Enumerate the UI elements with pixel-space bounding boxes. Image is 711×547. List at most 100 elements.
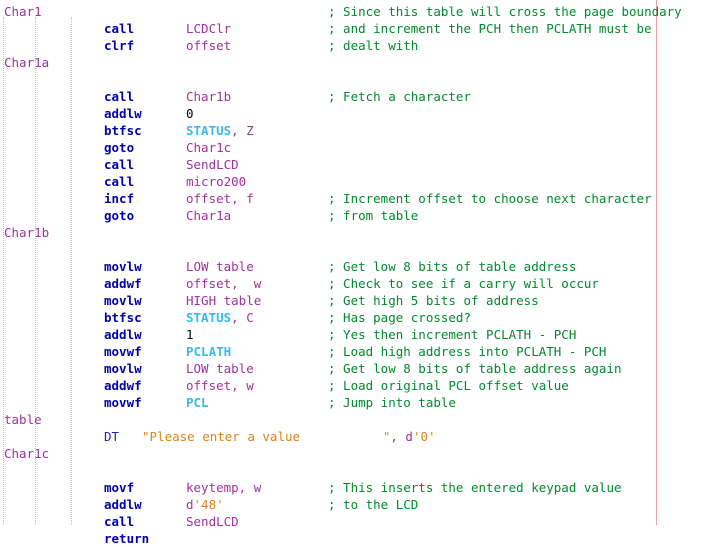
code-line[interactable]: call LCDClr ; and increment the PCH then P… <box>0 20 711 37</box>
code-label[interactable]: Char1c <box>4 445 49 462</box>
code-line[interactable]: incf offset, f ; Increment offset to choos… <box>0 190 711 207</box>
code-editor-pane[interactable]: Char1 ; Since this table will cross the p… <box>0 0 711 546</box>
code-operand[interactable]: Char1a <box>186 207 231 224</box>
code-line[interactable]: Char1 ; Since this table will cross the p… <box>0 3 711 20</box>
code-line[interactable]: goto Char1a ; from table <box>0 207 711 224</box>
code-operand[interactable]: d'48' <box>186 496 224 513</box>
code-mnemonic[interactable]: goto <box>104 139 134 156</box>
code-line[interactable]: clrf offset ; dealt with <box>0 37 711 54</box>
code-operand[interactable]: PCL <box>186 394 209 411</box>
operand-register: STATUS <box>186 310 232 325</box>
code-line[interactable]: addlw d'48' ; to the LCD <box>0 496 711 513</box>
code-line[interactable]: addwf offset, w ; Load original PCL offset… <box>0 377 711 394</box>
code-mnemonic[interactable]: btfsc <box>104 309 142 326</box>
code-operand[interactable]: STATUS, Z <box>186 122 254 139</box>
code-mnemonic[interactable]: call <box>104 173 134 190</box>
code-mnemonic[interactable]: addwf <box>104 377 142 394</box>
code-label[interactable]: table <box>4 411 42 428</box>
code-mnemonic[interactable]: movf <box>104 479 134 496</box>
code-operand[interactable]: offset, f <box>186 190 254 207</box>
code-mnemonic[interactable]: addlw <box>104 326 142 343</box>
code-operand[interactable]: LCDClr <box>186 20 231 37</box>
comment-text: ; Load high address into PCLATH - PCH <box>328 344 607 359</box>
code-comment: ; dealt with <box>328 37 418 54</box>
code-operand[interactable]: LOW table <box>186 360 254 377</box>
code-line[interactable]: call Char1b ; Fetch a character <box>0 88 711 105</box>
mnemonic-text: addlw <box>104 106 142 121</box>
code-line[interactable]: addlw 1 ; Yes then increment PCLATH - PCH <box>0 326 711 343</box>
code-operand[interactable]: Char1b <box>186 88 231 105</box>
code-comment: ; Check to see if a carry will occur <box>328 275 599 292</box>
code-mnemonic[interactable]: call <box>104 88 134 105</box>
code-mnemonic[interactable]: addlw <box>104 496 142 513</box>
code-line[interactable]: call SendLCD <box>0 156 711 173</box>
comment-text: ; and increment the PCH then PCLATH must… <box>328 21 652 36</box>
code-line[interactable]: movwf PCL ; Jump into table <box>0 394 711 411</box>
code-operand[interactable]: 0 <box>186 105 194 122</box>
code-line[interactable]: addlw 0 <box>0 105 711 122</box>
code-operand[interactable]: SendLCD <box>186 156 239 173</box>
code-mnemonic[interactable]: return <box>104 530 149 547</box>
code-operand[interactable]: micro200 <box>186 173 246 190</box>
code-line[interactable]: table <box>0 411 711 428</box>
code-line[interactable]: movf keytemp, w ; This inserts the entered… <box>0 479 711 496</box>
comment-text: ; Get low 8 bits of table address <box>328 259 577 274</box>
code-line[interactable]: btfsc STATUS, C ; Has page crossed? <box>0 309 711 326</box>
code-line[interactable]: call SendLCD <box>0 513 711 530</box>
code-operand[interactable]: 1 <box>186 326 194 343</box>
code-operand[interactable]: offset, w <box>186 275 261 292</box>
code-mnemonic[interactable]: btfsc <box>104 122 142 139</box>
code-line[interactable] <box>0 71 711 88</box>
code-mnemonic[interactable]: call <box>104 156 134 173</box>
mnemonic-text: DT <box>104 429 120 444</box>
code-label[interactable]: Char1b <box>4 224 49 241</box>
code-mnemonic[interactable]: addwf <box>104 275 142 292</box>
code-line[interactable]: addwf offset, w ; Check to see if a carry … <box>0 275 711 292</box>
code-mnemonic[interactable]: goto <box>104 207 134 224</box>
code-operand[interactable]: keytemp, w <box>186 479 261 496</box>
code-line[interactable]: btfsc STATUS, Z <box>0 122 711 139</box>
code-operand[interactable]: offset, w <box>186 377 254 394</box>
code-line[interactable]: movlw HIGH table ; Get high 5 bits of addr… <box>0 292 711 309</box>
code-line[interactable]: call micro200 <box>0 173 711 190</box>
code-line[interactable] <box>0 462 711 479</box>
code-mnemonic[interactable]: DT <box>104 428 119 445</box>
code-line[interactable]: movlw LOW table ; Get low 8 bits of table … <box>0 360 711 377</box>
code-line[interactable]: Char1c <box>0 445 711 462</box>
code-mnemonic[interactable]: incf <box>104 190 134 207</box>
code-mnemonic[interactable]: movlw <box>104 292 142 309</box>
code-operand[interactable]: SendLCD <box>186 513 239 530</box>
code-mnemonic[interactable]: movwf <box>104 343 142 360</box>
code-line[interactable]: Char1b <box>0 224 711 241</box>
code-mnemonic[interactable]: clrf <box>104 37 134 54</box>
operand-symbol: offset, w <box>186 378 254 393</box>
code-line[interactable]: movlw LOW table ; Get low 8 bits of table … <box>0 258 711 275</box>
code-line[interactable]: movwf PCLATH ; Load high address into PCLA… <box>0 343 711 360</box>
code-operand[interactable]: Char1c <box>186 139 231 156</box>
source-code-listing[interactable]: Char1 ; Since this table will cross the p… <box>0 3 711 547</box>
code-mnemonic[interactable]: call <box>104 20 134 37</box>
code-mnemonic[interactable]: movwf <box>104 394 142 411</box>
code-mnemonic[interactable]: movlw <box>104 258 142 275</box>
mnemonic-text: call <box>104 514 135 529</box>
code-label[interactable]: Char1 <box>4 3 42 20</box>
code-line[interactable]: DT "Please enter a value ", d'0' <box>0 428 711 445</box>
code-line[interactable]: Char1a <box>0 54 711 71</box>
code-operand[interactable]: LOW table <box>186 258 254 275</box>
code-operand[interactable]: PCLATH <box>186 343 231 360</box>
code-line[interactable] <box>0 241 711 258</box>
code-operand[interactable]: "Please enter a value ", d'0' <box>142 428 436 445</box>
code-operand[interactable]: offset <box>186 37 231 54</box>
code-comment: ; Has page crossed? <box>328 309 471 326</box>
operand-symbol: Char1c <box>186 140 232 155</box>
code-mnemonic[interactable]: call <box>104 513 134 530</box>
code-operand[interactable]: HIGH table <box>186 292 261 309</box>
code-line[interactable]: goto Char1c <box>0 139 711 156</box>
code-line[interactable]: return <box>0 530 711 547</box>
code-mnemonic[interactable]: movlw <box>104 360 142 377</box>
comment-text: ; from table <box>328 208 419 223</box>
mnemonic-text: goto <box>104 140 135 155</box>
code-mnemonic[interactable]: addlw <box>104 105 142 122</box>
code-operand[interactable]: STATUS, C <box>186 309 254 326</box>
code-label[interactable]: Char1a <box>4 54 49 71</box>
